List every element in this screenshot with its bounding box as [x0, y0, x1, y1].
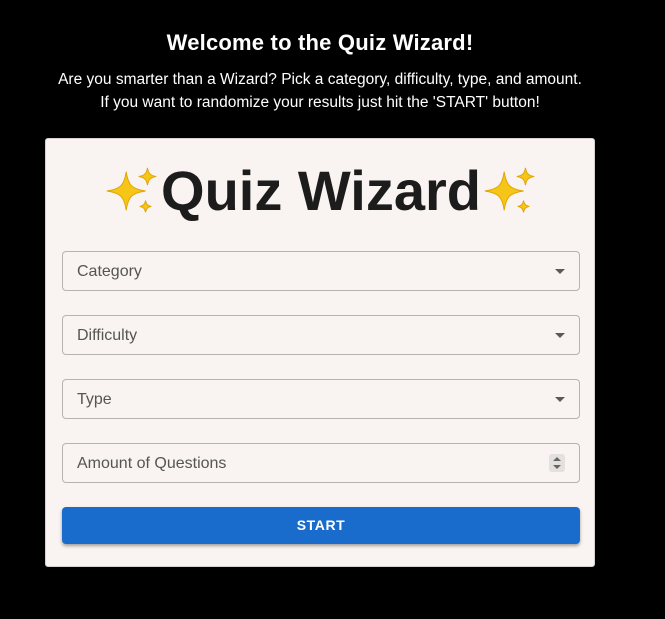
amount-label: Amount of Questions: [77, 455, 227, 472]
chevron-down-icon[interactable]: [555, 397, 565, 402]
difficulty-select[interactable]: Difficulty: [62, 315, 580, 355]
difficulty-label: Difficulty: [77, 327, 138, 344]
sparkles-icon: [484, 167, 535, 213]
increment-arrow-icon[interactable]: [553, 457, 561, 461]
page-title: Welcome to the Quiz Wizard!: [166, 30, 474, 55]
start-button[interactable]: START: [62, 507, 580, 544]
category-label: Category: [77, 263, 142, 280]
card-title: Quiz Wizard: [46, 153, 596, 229]
intro-text: Are you smarter than a Wizard? Pick a ca…: [0, 68, 640, 114]
chevron-down-icon[interactable]: [555, 269, 565, 274]
chevron-down-icon[interactable]: [555, 333, 565, 338]
sparkles-icon: [106, 167, 157, 213]
page: Welcome to the Quiz Wizard! Are you smar…: [0, 0, 665, 619]
category-select[interactable]: Category: [62, 251, 580, 291]
amount-of-questions-input[interactable]: Amount of Questions: [62, 443, 580, 483]
intro-line-1: Are you smarter than a Wizard? Pick a ca…: [58, 71, 582, 88]
quiz-form-card: Quiz Wizard Category Difficulty Type Amo…: [45, 138, 595, 567]
decrement-arrow-icon[interactable]: [553, 465, 561, 469]
spinner-icon[interactable]: [549, 454, 565, 472]
card-title-text: Quiz Wizard: [161, 159, 481, 222]
type-select[interactable]: Type: [62, 379, 580, 419]
intro-line-2: If you want to randomize your results ju…: [100, 94, 540, 111]
type-label: Type: [77, 391, 112, 408]
